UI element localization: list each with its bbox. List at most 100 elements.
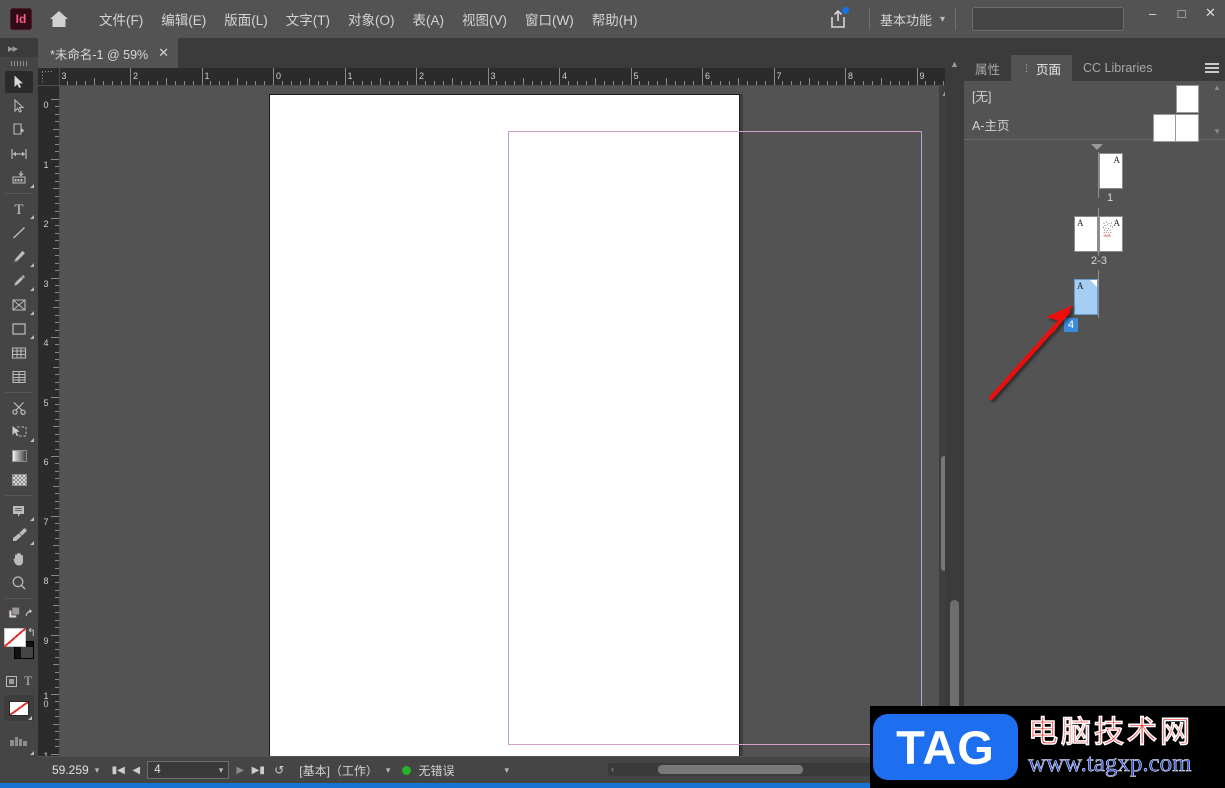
status-badge — [402, 766, 411, 775]
apply-none-button[interactable] — [4, 695, 34, 721]
preflight-icon[interactable]: ↺ — [267, 763, 291, 777]
page-thumb-1[interactable]: A — [1099, 153, 1123, 189]
master-row-a[interactable]: A-主页 ▼ — [964, 110, 1225, 139]
document-canvas[interactable]: ▲ — [60, 86, 950, 756]
line-tool[interactable] — [0, 221, 38, 245]
direct-selection-tool[interactable] — [0, 94, 38, 118]
close-icon[interactable]: ✕ — [158, 45, 169, 61]
menu-file[interactable]: 文件(F) — [90, 5, 152, 33]
menu-window[interactable]: 窗口(W) — [516, 5, 583, 33]
flyout-indicator[interactable] — [30, 541, 34, 545]
page-number-field[interactable]: 4 ▾ — [147, 761, 229, 779]
flyout-indicator[interactable] — [30, 335, 34, 339]
prev-page-button[interactable]: ◀ — [127, 765, 145, 776]
menu-type[interactable]: 文字(T) — [277, 5, 339, 33]
chevron-down-icon[interactable]: ▾ — [219, 765, 224, 776]
search-input[interactable] — [972, 7, 1124, 31]
menu-view[interactable]: 视图(V) — [453, 5, 516, 33]
page-number-value[interactable]: 4 — [154, 764, 160, 776]
tab-cc-libraries[interactable]: CC Libraries — [1072, 55, 1163, 81]
panel-menu-icon[interactable] — [1199, 55, 1225, 81]
zoom-tool[interactable] — [0, 571, 38, 595]
format-container-icon[interactable] — [6, 676, 17, 687]
master-row-none[interactable]: [无] ▲ — [964, 81, 1225, 110]
selection-tool[interactable] — [0, 70, 38, 94]
flyout-indicator[interactable] — [30, 517, 34, 521]
content-collector-tool[interactable] — [0, 166, 38, 190]
tab-pages[interactable]: ⋮ 页面 — [1011, 55, 1072, 81]
gradient-feather-tool[interactable] — [0, 468, 38, 492]
master-thumb[interactable] — [1176, 85, 1199, 113]
format-affects-container-group[interactable] — [0, 602, 38, 626]
page-thumb-3[interactable]: A — [1099, 216, 1123, 252]
home-icon[interactable] — [46, 6, 72, 32]
flyout-indicator[interactable] — [30, 311, 34, 315]
flyout-indicator[interactable] — [30, 438, 34, 442]
chevron-down-icon[interactable]: ▾ — [940, 14, 945, 25]
chevron-down-icon[interactable]: ▾ — [95, 765, 100, 776]
close-button[interactable]: ✕ — [1196, 0, 1225, 26]
note-tool[interactable] — [0, 499, 38, 523]
table-tool[interactable] — [0, 341, 38, 365]
normal-view-mode-button[interactable] — [0, 727, 38, 757]
gradient-swatch-tool[interactable] — [0, 444, 38, 468]
menu-layout[interactable]: 版面(L) — [215, 5, 277, 33]
chevron-down-icon[interactable]: ▾ — [386, 765, 391, 776]
tab-properties[interactable]: 属性 — [964, 55, 1011, 81]
gap-tool[interactable] — [0, 142, 38, 166]
scissors-tool[interactable] — [0, 396, 38, 420]
first-page-button[interactable]: ▮◀ — [109, 765, 127, 776]
zoom-value[interactable]: 59.259 — [52, 763, 89, 777]
fill-stroke-controls[interactable]: ↰ — [0, 626, 38, 670]
zoom-control[interactable]: 59.259 ▾ — [52, 763, 99, 777]
fill-swatch[interactable] — [4, 628, 26, 647]
menu-object[interactable]: 对象(O) — [339, 5, 404, 33]
free-transform-tool[interactable] — [0, 420, 38, 444]
page-tool[interactable] — [0, 118, 38, 142]
chevron-up-icon[interactable]: ▲ — [950, 59, 959, 69]
toolbar-drag-handle[interactable] — [0, 57, 38, 70]
master-thumb[interactable] — [1176, 114, 1199, 142]
page-thumb-4[interactable]: A — [1074, 279, 1098, 315]
minimize-button[interactable]: – — [1138, 0, 1167, 26]
column-tool[interactable] — [0, 365, 38, 389]
flyout-indicator[interactable] — [30, 263, 34, 267]
formatting-target-controls[interactable]: T — [0, 670, 38, 692]
preflight-profile-label[interactable]: [基本]（工作） — [299, 762, 378, 779]
format-text-icon[interactable]: T — [24, 673, 32, 689]
eyedropper-tool[interactable] — [0, 523, 38, 547]
masters-scroll-down-icon[interactable]: ▼ — [1213, 127, 1221, 136]
swap-fill-stroke-icon[interactable]: ↰ — [27, 626, 36, 639]
pencil-tool[interactable] — [0, 269, 38, 293]
last-page-button[interactable]: ▶▮ — [249, 765, 267, 776]
menu-table[interactable]: 表(A) — [404, 5, 454, 33]
rectangle-tool[interactable] — [0, 317, 38, 341]
dock-scrollbar-thumb[interactable] — [950, 600, 959, 720]
document-page[interactable] — [269, 94, 740, 756]
chevron-down-icon[interactable]: ▾ — [504, 765, 509, 776]
horizontal-ruler[interactable]: 32101234567891011 — [60, 68, 950, 86]
flyout-indicator[interactable] — [30, 287, 34, 291]
frame-tool[interactable] — [0, 293, 38, 317]
next-page-button[interactable]: ▶ — [231, 765, 249, 776]
master-thumb[interactable] — [1153, 114, 1176, 142]
workspace-label[interactable]: 基本功能 — [880, 10, 932, 29]
maximize-button[interactable]: □ — [1167, 0, 1196, 26]
share-icon[interactable] — [823, 4, 853, 34]
type-tool[interactable]: T — [0, 197, 38, 221]
menu-help[interactable]: 帮助(H) — [583, 5, 647, 33]
scroll-left-icon[interactable]: ‹ — [611, 764, 614, 774]
masters-scroll-up-icon[interactable]: ▲ — [1213, 83, 1221, 92]
pages-list[interactable]: A 1 A A — [964, 140, 1225, 700]
document-tab[interactable]: *未命名-1 @ 59% ✕ — [38, 38, 178, 68]
vertical-ruler[interactable]: 01234567891011 — [38, 86, 60, 756]
ruler-origin-control[interactable] — [38, 68, 60, 86]
menu-edit[interactable]: 编辑(E) — [152, 5, 215, 33]
pen-tool[interactable] — [0, 245, 38, 269]
flyout-indicator[interactable] — [30, 184, 34, 188]
page-thumb-2[interactable]: A — [1074, 216, 1098, 252]
collapse-panel-icon[interactable]: ▸▸ — [8, 42, 17, 55]
hand-tool[interactable] — [0, 547, 38, 571]
flyout-indicator[interactable] — [30, 215, 34, 219]
hscroll-thumb[interactable] — [658, 765, 803, 774]
